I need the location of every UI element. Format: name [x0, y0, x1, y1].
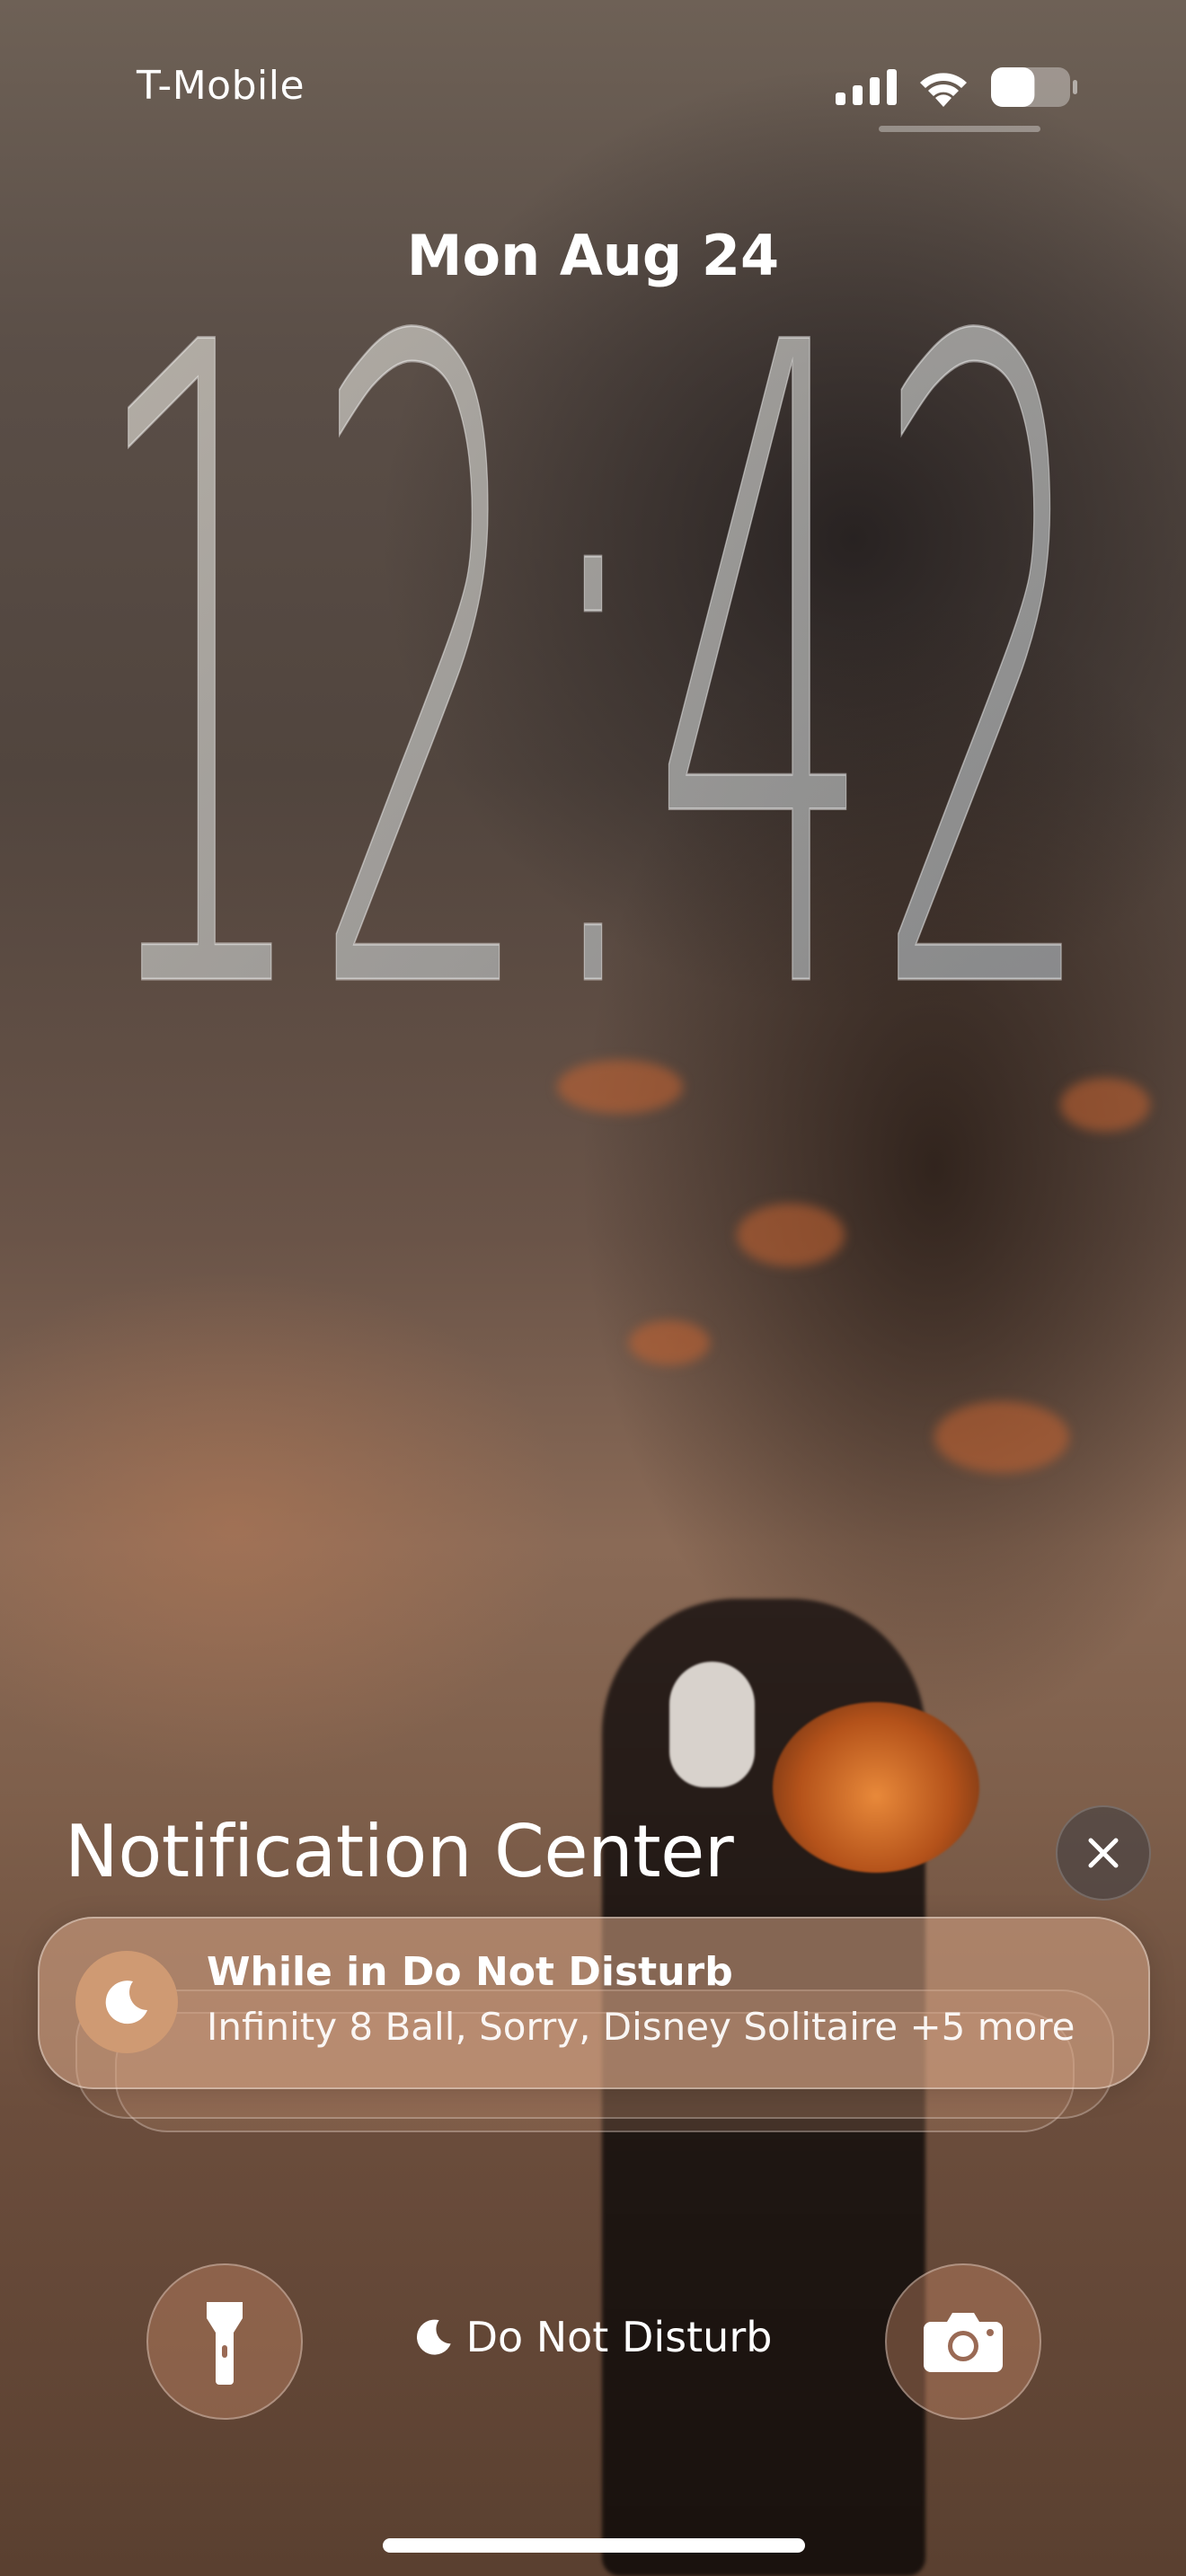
status-bar: T-Mobile: [0, 63, 1186, 117]
leaf-decoration: [629, 1320, 710, 1365]
camera-button[interactable]: [885, 2263, 1041, 2420]
wifi-icon: [920, 73, 967, 107]
ghost-mask: [669, 1662, 755, 1787]
jack-o-lantern: [773, 1702, 979, 1873]
home-indicator[interactable]: [383, 2538, 805, 2553]
battery-icon: [991, 67, 1077, 107]
lock-screen-date: Mon Aug 24: [406, 223, 780, 288]
clock-time-text: 12:42: [90, 310, 1096, 992]
leaf-decoration: [737, 1204, 845, 1266]
leaf-decoration: [934, 1401, 1069, 1473]
lock-screen-clock: 12:42: [0, 162, 1186, 1189]
notification-title: While in Do Not Disturb: [207, 1949, 733, 1995]
leaf-decoration: [1060, 1078, 1150, 1132]
close-icon: [1088, 1838, 1119, 1868]
carrier-label: T-Mobile: [137, 63, 305, 109]
notification-app-icon: [75, 1951, 178, 2053]
moon-icon: [105, 1981, 147, 2025]
moon-icon: [416, 2319, 451, 2355]
clear-notifications-button[interactable]: [1056, 1805, 1151, 1901]
notification-card[interactable]: While in Do Not Disturb Infinity 8 Ball,…: [38, 1917, 1150, 2089]
notification-body: Infinity 8 Ball, Sorry, Disney Solitaire…: [207, 2005, 1075, 2049]
notification-center-title: Notification Center: [65, 1810, 734, 1893]
focus-label: Do Not Disturb: [465, 2313, 773, 2361]
cellular-signal-icon: [836, 69, 897, 105]
camera-icon: [924, 2313, 1003, 2372]
dynamic-island-indicator: [879, 126, 1040, 132]
leaf-decoration: [557, 1060, 683, 1114]
